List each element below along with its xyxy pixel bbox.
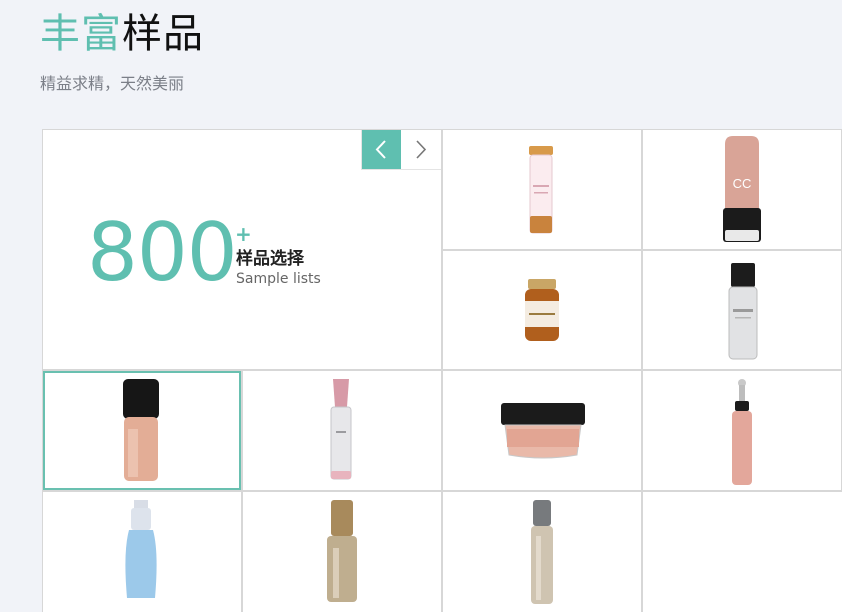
product-tile-pink-label-vial[interactable] (443, 130, 641, 249)
product-tile-gold-toner-bottle[interactable] (243, 492, 441, 612)
product-tile-champagne-serum-bottle[interactable] (443, 492, 641, 612)
product-tile-pink-eye-serum-applicator[interactable] (643, 371, 841, 490)
amber-serum-bottle-image (525, 279, 559, 341)
champagne-serum-bottle-image (531, 500, 553, 604)
pink-cream-jar-image (501, 403, 585, 459)
sample-selection-label: 样品选择 (236, 249, 304, 269)
title-accent: 丰富 (40, 11, 122, 57)
product-tile-pink-silver-essence-bottle[interactable] (243, 371, 441, 490)
sample-count-tile: 800 + 样品选择 Sample lists (43, 130, 441, 369)
sample-grid: 800 + 样品选择 Sample lists CC (42, 129, 842, 612)
sample-lists-label: Sample lists (236, 271, 321, 287)
pink-silver-essence-bottle-image (330, 379, 352, 480)
pink-label-vial-image (529, 146, 553, 234)
carousel-prev-button[interactable] (362, 130, 401, 169)
carousel-nav (361, 130, 441, 170)
product-tile-pink-cream-jar[interactable] (443, 371, 641, 490)
blue-lotion-pump-bottle-image (125, 500, 157, 598)
gold-toner-bottle-image (327, 500, 357, 602)
product-tile-nude-foundation-bottle[interactable] (43, 371, 241, 490)
empty-tile (643, 492, 842, 612)
sample-count: 800 (87, 206, 238, 299)
pink-eye-serum-applicator-image (732, 379, 752, 485)
page-subtitle: 精益求精，天然美丽 (40, 74, 185, 93)
cc-cream-tube-image: CC (723, 136, 761, 242)
plus-sign: + (235, 222, 252, 246)
product-tile-blue-lotion-pump-bottle[interactable] (43, 492, 241, 612)
product-tile-silver-mousse-pump[interactable] (643, 251, 841, 369)
silver-mousse-pump-image (728, 263, 758, 360)
product-tile-amber-serum-bottle[interactable] (443, 251, 641, 369)
carousel-next-button[interactable] (401, 130, 441, 169)
nude-foundation-bottle-image (123, 379, 159, 481)
page-title: 丰富样品 (40, 8, 204, 60)
chevron-left-icon (375, 140, 386, 159)
chevron-right-icon (416, 140, 427, 159)
product-tile-cc-cream-tube[interactable]: CC (643, 130, 841, 249)
cc-label: CC (733, 176, 752, 191)
title-rest: 样品 (122, 11, 204, 57)
